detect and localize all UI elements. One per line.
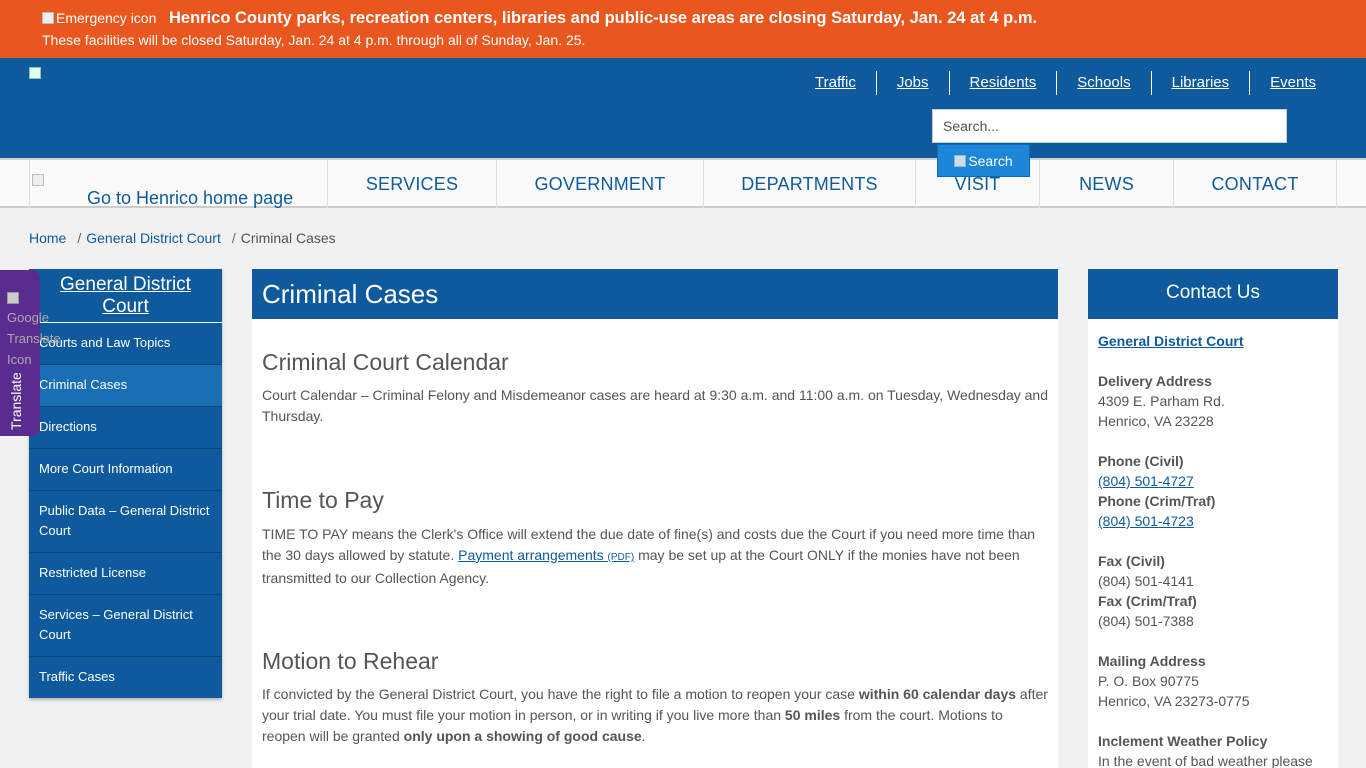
phone-civil-label: Phone (Civil)	[1098, 453, 1184, 469]
main-nav: Go to Henrico home page SERVICES GOVERNM…	[0, 158, 1366, 208]
search-icon	[954, 154, 967, 167]
nav-government[interactable]: GOVERNMENT	[496, 160, 703, 208]
broken-image-icon	[32, 174, 44, 186]
nav-news[interactable]: NEWS	[1039, 160, 1173, 208]
breadcrumb-current: Criminal Cases	[240, 230, 336, 246]
translate-label: Translate	[8, 372, 24, 430]
home-logo-link[interactable]: Go to Henrico home page	[29, 160, 327, 208]
mailing-address-line2: Henrico, VA 23273-0775	[1098, 693, 1250, 709]
weather-policy-text: In the event of bad weather please	[1098, 753, 1313, 768]
nav-services[interactable]: SERVICES	[327, 160, 496, 208]
google-translate-icon: Google Translate Icon	[7, 286, 61, 370]
nav-departments[interactable]: DEPARTMENTS	[703, 160, 915, 208]
delivery-address-label: Delivery Address	[1098, 373, 1212, 389]
utility-links: Traffic Jobs Residents Schools Libraries…	[795, 71, 1336, 95]
fax-civil: (804) 501-4141	[1098, 573, 1194, 589]
contact-title: Contact Us	[1088, 269, 1338, 319]
pdf-label: (PDF)	[607, 552, 635, 563]
sidebar-item-services[interactable]: Services – General District Court	[29, 595, 222, 657]
delivery-address-line1: 4309 E. Parham Rd.	[1098, 393, 1225, 409]
translate-tab[interactable]: Google Translate Icon Translate	[0, 270, 61, 436]
section-heading-motion-to-rehear: Motion to Rehear	[262, 648, 439, 674]
top-link-events[interactable]: Events	[1249, 71, 1336, 95]
top-link-residents[interactable]: Residents	[948, 71, 1057, 95]
fax-crim: (804) 501-7388	[1098, 613, 1194, 629]
sidebar-title[interactable]: General District Court	[29, 269, 222, 323]
delivery-address-line2: Henrico, VA 23228	[1098, 413, 1214, 429]
mailing-address-label: Mailing Address	[1098, 653, 1206, 669]
mailing-address-line1: P. O. Box 90775	[1098, 673, 1199, 689]
sidebar-item-traffic-cases[interactable]: Traffic Cases	[29, 657, 222, 698]
weather-policy-label: Inclement Weather Policy	[1098, 733, 1268, 749]
top-link-traffic[interactable]: Traffic	[795, 71, 876, 95]
alert-title[interactable]: Henrico County parks, recreation centers…	[169, 9, 1037, 28]
breadcrumb-home[interactable]: Home	[29, 230, 66, 246]
phone-civil-link[interactable]: (804) 501-4727	[1098, 473, 1194, 489]
sidebar-item-public-data[interactable]: Public Data – General District Court	[29, 491, 222, 553]
sidebar-item-directions[interactable]: Directions	[29, 407, 222, 449]
sidebar-item-restricted-license[interactable]: Restricted License	[29, 553, 222, 595]
top-link-schools[interactable]: Schools	[1056, 71, 1150, 95]
home-link-alt: Go to Henrico home page	[87, 188, 294, 208]
fax-civil-label: Fax (Civil)	[1098, 553, 1165, 569]
broken-image-icon	[42, 12, 54, 24]
site-header: Traffic Jobs Residents Schools Libraries…	[0, 58, 1366, 158]
emergency-icon-alt: Emergency icon	[56, 10, 157, 26]
main-content: Criminal Cases Criminal Court Calendar C…	[252, 269, 1058, 768]
nav-contact[interactable]: CONTACT	[1173, 160, 1337, 208]
sidebar-item-more-court-information[interactable]: More Court Information	[29, 449, 222, 491]
broken-image-icon	[29, 66, 41, 79]
breadcrumb: Home / General District Court / Criminal Cas…	[29, 230, 336, 246]
phone-crim-link[interactable]: (804) 501-4723	[1098, 513, 1194, 529]
broken-image-icon	[7, 291, 19, 304]
section-heading-time-to-pay: Time to Pay	[262, 487, 384, 513]
section-text-calendar: Court Calendar – Criminal Felony and Mis…	[262, 387, 1048, 424]
contact-org-link[interactable]: General District Court	[1098, 333, 1243, 349]
page-title: Criminal Cases	[252, 269, 1058, 319]
alert-subtitle: These facilities will be closed Saturday…	[42, 32, 586, 48]
section-text-motion-to-rehear: If convicted by the General District Cou…	[262, 686, 1048, 744]
top-link-jobs[interactable]: Jobs	[875, 71, 949, 95]
section-heading-calendar: Criminal Court Calendar	[262, 349, 509, 375]
contact-sidebar: Contact Us General District Court Delive…	[1088, 269, 1338, 768]
search-button-label: Search	[968, 152, 1013, 169]
breadcrumb-general-district-court[interactable]: General District Court	[86, 230, 221, 246]
section-text-time-to-pay: TIME TO PAY means the Clerk's Office wil…	[262, 526, 1036, 586]
search-button[interactable]: Search	[937, 144, 1030, 177]
search-input[interactable]	[932, 109, 1287, 143]
top-link-libraries[interactable]: Libraries	[1150, 71, 1250, 95]
emergency-alert-bar: Emergency icon Henrico County parks, rec…	[0, 0, 1366, 58]
payment-arrangements-link[interactable]: Payment arrangements (PDF)	[458, 547, 634, 563]
county-logo[interactable]	[29, 64, 43, 82]
sidebar-item-criminal-cases[interactable]: Criminal Cases	[29, 365, 222, 407]
emergency-icon: Emergency icon	[42, 10, 156, 26]
fax-crim-label: Fax (Crim/Traf)	[1098, 593, 1197, 609]
phone-crim-label: Phone (Crim/Traf)	[1098, 493, 1216, 509]
